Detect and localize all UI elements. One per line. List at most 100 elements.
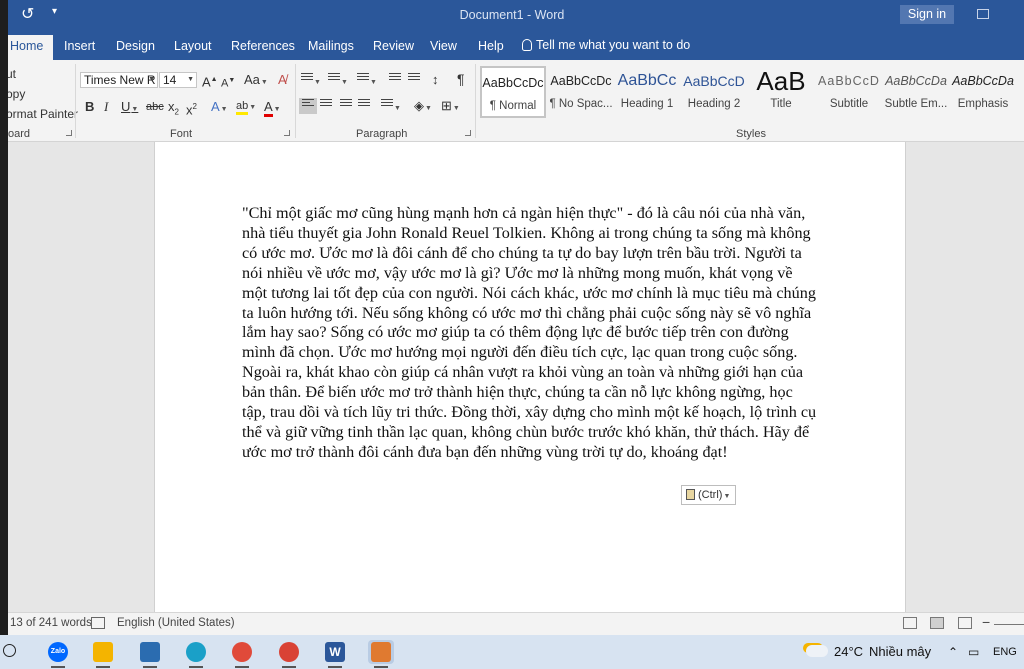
taskbar: Zalo W 24°C Nhiều mây ⌃ ▭ ENG [0, 635, 1024, 669]
font-size-combo[interactable]: 14 ▼ [159, 72, 197, 88]
numbering-button[interactable]: ▼ [328, 72, 348, 91]
font-name-value: Times New R [84, 73, 156, 87]
sign-in-button[interactable]: Sign in [900, 5, 954, 24]
paragraph-launcher-icon[interactable] [465, 130, 471, 136]
highlight-button[interactable]: ab▼ [236, 98, 256, 116]
multilevel-list-icon [357, 73, 369, 85]
taskbar-edge-button[interactable] [183, 640, 209, 668]
weather-description[interactable]: Nhiều mây [869, 644, 931, 659]
font-color-button[interactable]: A▼ [264, 99, 281, 118]
font-name-combo[interactable]: Times New R ▼ [80, 72, 158, 88]
tab-references[interactable]: References [231, 39, 295, 53]
taskbar-chrome-button[interactable] [229, 640, 255, 668]
styles-gallery: AaBbCcDc ¶ Normal AaBbCcDc ¶ No Spac... … [478, 64, 1024, 122]
justify-icon [358, 99, 370, 111]
ribbon-display-options-icon[interactable] [977, 9, 989, 19]
weather-temperature[interactable]: 24°C [834, 644, 863, 659]
style-title[interactable]: AaB Title [748, 66, 814, 118]
weather-cloud-icon[interactable] [806, 645, 828, 657]
subscript-button[interactable]: x2 [168, 99, 179, 121]
strikethrough-button[interactable]: abc [146, 99, 164, 115]
change-case-button[interactable]: Aa▼ [244, 72, 268, 91]
taskbar-microsoft-store-button[interactable] [137, 640, 163, 668]
tab-view[interactable]: View [430, 39, 457, 53]
highlighter-icon: ab [236, 100, 249, 115]
web-layout-icon[interactable] [958, 617, 972, 629]
style-subtle-emphasis[interactable]: AaBbCcDa Subtle Em... [883, 66, 949, 118]
taskbar-file-explorer-button[interactable] [90, 640, 116, 668]
document-body-text[interactable]: "Chỉ một giấc mơ cũng hùng mạnh hơn cả n… [242, 204, 818, 463]
text-effects-button[interactable]: A▼ [211, 99, 228, 118]
paint-app-icon [371, 642, 391, 662]
numbering-icon [328, 73, 340, 85]
style-preview: AaBbCcDc [550, 74, 612, 88]
zalo-icon: Zalo [48, 642, 68, 662]
underline-button[interactable]: U▼ [121, 99, 138, 118]
align-right-button[interactable] [340, 98, 352, 114]
proofing-icon[interactable] [91, 617, 105, 629]
font-launcher-icon[interactable] [284, 130, 290, 136]
document-title: Document1 - Word [459, 8, 565, 22]
justify-button[interactable] [358, 98, 370, 114]
style-subtitle[interactable]: AaBbCcD Subtitle [816, 66, 882, 118]
print-layout-icon[interactable] [930, 617, 944, 629]
increase-indent-button[interactable] [408, 72, 420, 88]
style-name: ¶ No Spac... [549, 98, 613, 110]
title-bar: ↺ ▾ Document1 - Word Sign in [0, 0, 1024, 31]
zoom-out-icon[interactable]: − [982, 614, 990, 630]
superscript-button[interactable]: x2 [186, 99, 197, 118]
tab-design[interactable]: Design [116, 39, 155, 53]
clear-formatting-icon[interactable]: A̸ [278, 72, 287, 88]
style-no-spacing[interactable]: AaBbCcDc ¶ No Spac... [548, 66, 614, 118]
language-indicator[interactable]: English (United States) [117, 617, 235, 629]
decrease-indent-button[interactable] [389, 72, 401, 88]
paragraph-group-label: Paragraph [356, 128, 408, 140]
battery-icon[interactable]: ▭ [968, 645, 979, 659]
font-size-value: 14 [163, 73, 177, 87]
tell-me-search[interactable]: Tell me what you want to do [522, 38, 690, 52]
tab-layout[interactable]: Layout [174, 39, 212, 53]
input-language[interactable]: ENG [993, 646, 1017, 658]
clipboard-launcher-icon[interactable] [66, 130, 72, 136]
align-center-button[interactable] [320, 98, 332, 114]
sort-icon[interactable]: ↕ [432, 72, 439, 88]
align-left-button[interactable] [299, 98, 317, 114]
style-emphasis[interactable]: AaBbCcDa Emphasis [950, 66, 1016, 118]
word-count[interactable]: 13 of 241 words [10, 617, 92, 629]
tab-insert[interactable]: Insert [64, 39, 95, 53]
multilevel-list-button[interactable]: ▼ [357, 72, 377, 91]
taskbar-word-button[interactable]: W [322, 640, 348, 668]
zoom-slider[interactable] [994, 624, 1024, 625]
bold-button[interactable]: B [85, 99, 94, 115]
tab-review[interactable]: Review [373, 39, 414, 53]
line-spacing-button[interactable]: ▼ [381, 98, 401, 117]
tab-mailings[interactable]: Mailings [308, 39, 354, 53]
read-mode-icon[interactable] [903, 617, 917, 629]
shading-button[interactable]: ◈▼ [414, 98, 432, 117]
copy-button[interactable]: opy [6, 87, 25, 101]
taskbar-chrome-profile-button[interactable] [276, 640, 302, 668]
format-painter-button[interactable]: ormat Painter [6, 107, 78, 121]
show-hide-pilcrow-icon[interactable]: ¶ [457, 71, 465, 87]
search-icon[interactable] [3, 644, 16, 657]
tab-home[interactable]: Home [0, 35, 54, 60]
grow-font-button[interactable]: A▲ [202, 72, 218, 90]
italic-button[interactable]: I [104, 99, 108, 115]
chevron-up-icon[interactable]: ⌃ [948, 645, 958, 659]
taskbar-zalo-button[interactable]: Zalo [45, 640, 71, 668]
style-name: Subtitle [829, 98, 869, 110]
style-preview: AaBbCcD [683, 73, 745, 89]
tab-help[interactable]: Help [478, 39, 504, 53]
shrink-font-button[interactable]: A▼ [221, 73, 235, 92]
paste-options-label: (Ctrl) [698, 489, 723, 501]
style-normal[interactable]: AaBbCcDc ¶ Normal [480, 66, 546, 118]
align-center-icon [320, 99, 332, 111]
borders-button[interactable]: ⊞▼ [441, 98, 460, 117]
style-name: Title [770, 98, 792, 110]
ribbon-tabs: Home Insert Design Layout References Mai… [0, 31, 1024, 60]
paste-options-button[interactable]: (Ctrl)▼ [681, 485, 736, 505]
style-heading-2[interactable]: AaBbCcD Heading 2 [681, 66, 747, 118]
taskbar-paint-app-button[interactable] [368, 640, 394, 668]
bullets-button[interactable]: ▼ [301, 72, 321, 91]
style-heading-1[interactable]: AaBbCc Heading 1 [614, 66, 680, 118]
